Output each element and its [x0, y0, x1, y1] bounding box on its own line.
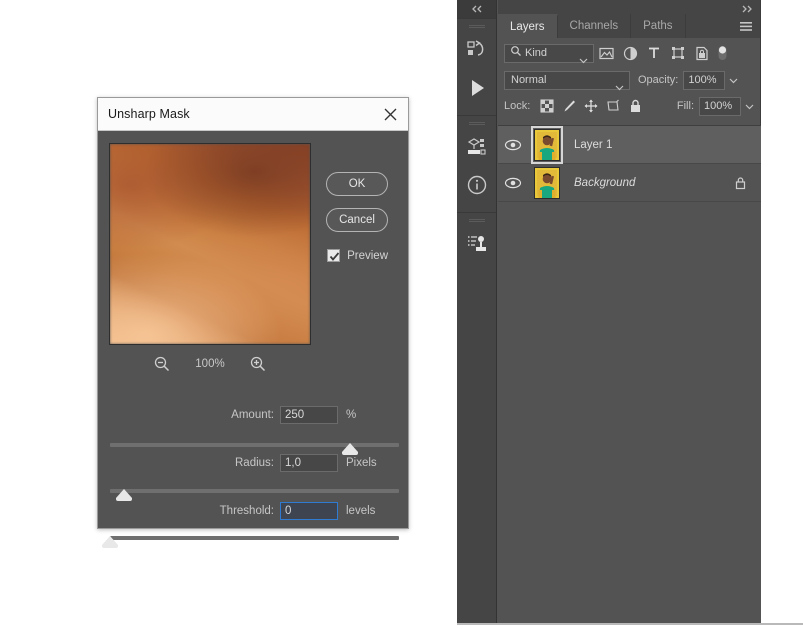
- rail-group-3d-info: [457, 115, 496, 212]
- rail-group-clone-source: [457, 212, 496, 271]
- panel-menu-icon[interactable]: [739, 20, 753, 38]
- amount-slider-thumb[interactable]: [341, 443, 358, 455]
- zoom-in-icon[interactable]: [249, 355, 267, 373]
- filter-toggle-icon[interactable]: [716, 43, 729, 63]
- amount-label: Amount:: [231, 409, 274, 421]
- threshold-slider-track[interactable]: [102, 536, 399, 548]
- eye-icon[interactable]: [498, 177, 528, 189]
- radius-input[interactable]: [280, 454, 338, 472]
- amount-unit: %: [346, 409, 357, 421]
- lock-transparency-icon[interactable]: [536, 96, 558, 116]
- search-icon: [510, 44, 522, 62]
- amount-slider-track[interactable]: [110, 443, 399, 455]
- layer-thumbnail-cell: [528, 166, 566, 199]
- lock-icon: [734, 176, 747, 190]
- layer-name: Layer 1: [574, 138, 613, 151]
- dock-right-gutter: [761, 0, 803, 623]
- blend-mode-label: Normal: [511, 74, 547, 86]
- lock-label: Lock:: [504, 100, 531, 112]
- dialog-titlebar: Unsharp Mask: [98, 98, 408, 131]
- chevron-down-icon[interactable]: [615, 78, 624, 96]
- layer-list: Layer 1 Background: [498, 125, 761, 623]
- 3d-icon[interactable]: [457, 128, 496, 166]
- radius-unit: Pixels: [346, 457, 377, 469]
- radius-label: Radius:: [235, 457, 274, 469]
- rail-grip: [457, 120, 496, 128]
- unsharp-mask-dialog: Unsharp Mask 100% OK Cancel Preview Amou…: [97, 97, 409, 548]
- double-chevron-left-icon[interactable]: [457, 0, 496, 18]
- close-icon[interactable]: [378, 103, 402, 125]
- preview-checkbox[interactable]: [327, 249, 341, 262]
- info-icon[interactable]: [457, 166, 496, 204]
- layer-name: Background: [574, 176, 636, 189]
- preview-checkbox-label: Preview: [347, 249, 388, 262]
- blend-mode-select[interactable]: Normal: [504, 70, 630, 90]
- app-root: Unsharp Mask 100% OK Cancel Preview Amou…: [0, 0, 803, 629]
- radius-field-row: Radius: Pixels: [98, 453, 408, 473]
- filter-shape-icon[interactable]: [666, 43, 690, 63]
- zoom-value: 100%: [195, 358, 225, 370]
- fill-chevron-down-icon[interactable]: [745, 97, 754, 115]
- threshold-unit: levels: [346, 505, 376, 517]
- history-icon[interactable]: [457, 31, 496, 69]
- filter-smart-object-icon[interactable]: [690, 43, 714, 63]
- rail-grip: [457, 23, 496, 31]
- lock-position-icon[interactable]: [580, 96, 602, 116]
- lock-row: Lock: Fill: 100%: [504, 95, 754, 117]
- amount-field-row: Amount: %: [98, 405, 408, 425]
- right-dock: Layers Channels Paths Kind Normal Opacit…: [457, 0, 803, 623]
- preview-checkbox-row[interactable]: Preview: [327, 249, 388, 262]
- threshold-label: Threshold:: [219, 505, 274, 517]
- portrait-thumbnail: [531, 125, 563, 164]
- threshold-slider-thumb[interactable]: [102, 536, 118, 548]
- radius-slider-track[interactable]: [110, 489, 399, 501]
- tab-channels[interactable]: Channels: [557, 14, 632, 38]
- fill-input[interactable]: [699, 96, 741, 116]
- tab-paths[interactable]: Paths: [631, 14, 686, 38]
- ok-button[interactable]: OK: [326, 172, 388, 196]
- blend-mode-row: Normal Opacity:: [504, 69, 754, 91]
- dialog-title: Unsharp Mask: [108, 107, 190, 121]
- zoom-controls: 100%: [109, 353, 311, 375]
- threshold-field-row: Threshold: levels: [98, 501, 408, 521]
- opacity-input[interactable]: [683, 70, 726, 90]
- filter-kind-select[interactable]: Kind: [504, 43, 594, 63]
- collapsed-panel-rail: [457, 0, 497, 623]
- opacity-label: Opacity:: [638, 74, 679, 86]
- dock-bottom-border: [457, 623, 803, 625]
- cancel-button[interactable]: Cancel: [326, 208, 388, 232]
- table-row[interactable]: Background: [498, 164, 761, 202]
- lock-image-pixels-icon[interactable]: [558, 96, 580, 116]
- panel-tab-strip: Layers Channels Paths: [498, 14, 760, 38]
- table-row[interactable]: Layer 1: [498, 125, 761, 164]
- actions-play-icon[interactable]: [457, 69, 496, 107]
- rail-grip: [457, 217, 496, 225]
- dialog-body: 100% OK Cancel Preview Amount: 250 % Rad…: [98, 131, 408, 548]
- amount-input[interactable]: [280, 406, 338, 424]
- portrait-thumbnail: [534, 166, 560, 199]
- preview-thumbnail[interactable]: [109, 143, 311, 345]
- clone-source-icon[interactable]: [457, 225, 496, 263]
- filter-type-icon[interactable]: [642, 43, 666, 63]
- panel-topbar: [498, 0, 760, 14]
- lock-all-icon[interactable]: [624, 96, 646, 116]
- layers-panel: Layers Channels Paths Kind Normal Opacit…: [498, 0, 761, 623]
- filter-pixel-icon[interactable]: [594, 43, 618, 63]
- preview-image: [110, 144, 310, 344]
- filter-kind-label: Kind: [525, 47, 548, 59]
- zoom-out-icon[interactable]: [153, 355, 171, 373]
- threshold-input[interactable]: [280, 502, 338, 520]
- fill-label: Fill:: [676, 100, 694, 112]
- layer-filter-row: Kind: [504, 41, 754, 65]
- lock-artboard-icon[interactable]: [602, 96, 624, 116]
- eye-icon[interactable]: [498, 139, 528, 151]
- layer-thumbnail-cell: [528, 125, 566, 164]
- tab-layers[interactable]: Layers: [498, 14, 558, 38]
- fill-group: Fill:: [669, 96, 754, 116]
- chevron-down-icon[interactable]: [579, 51, 588, 69]
- rail-group-history: [457, 18, 496, 115]
- opacity-chevron-down-icon[interactable]: [729, 71, 738, 89]
- radius-slider-thumb[interactable]: [116, 489, 133, 501]
- filter-adjustment-icon[interactable]: [618, 43, 642, 63]
